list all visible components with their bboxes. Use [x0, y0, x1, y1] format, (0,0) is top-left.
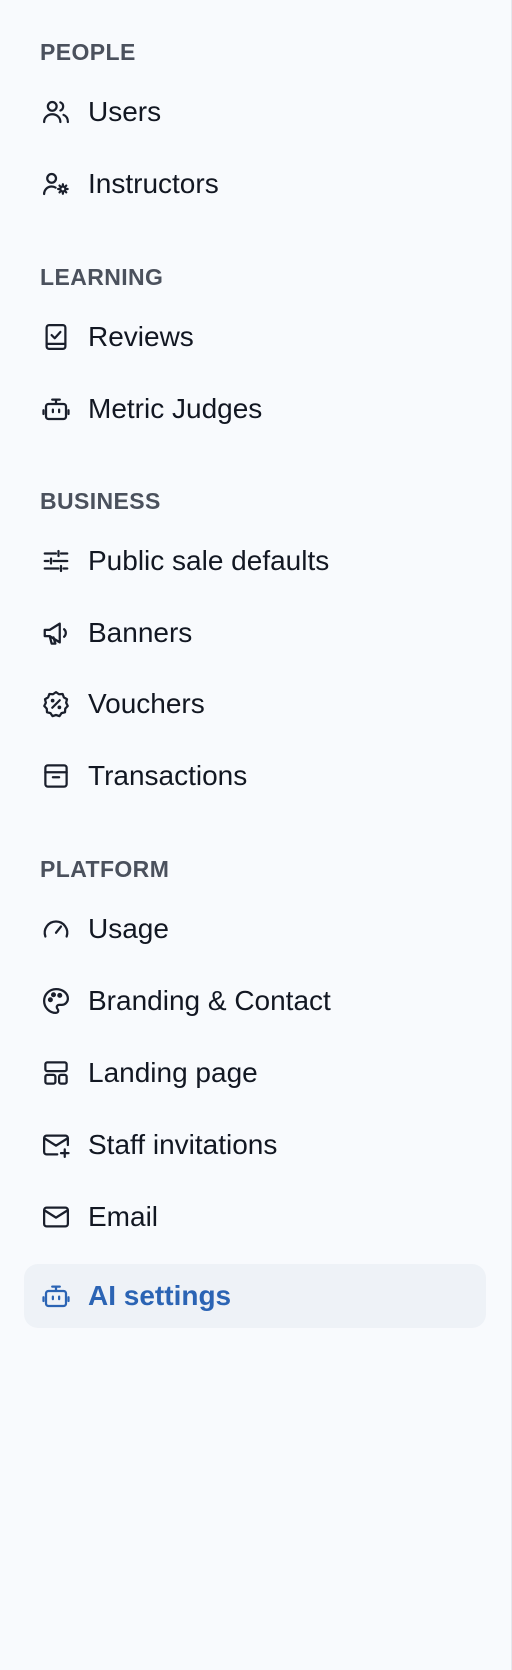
megaphone-icon [40, 617, 72, 649]
sidebar-item-label: Metric Judges [88, 393, 263, 424]
gauge-icon [40, 913, 72, 945]
sidebar-item-label: Reviews [88, 321, 194, 352]
sidebar-item-label: Email [88, 1201, 159, 1232]
sidebar-item-banners[interactable]: Banners [24, 601, 486, 665]
robot-icon [40, 393, 72, 425]
section-title-learning: LEARNING [40, 264, 164, 290]
section-title-business: BUSINESS [40, 488, 161, 514]
discount-badge-icon [40, 688, 72, 720]
robot-icon [40, 1280, 72, 1312]
clipboard-check-icon [40, 321, 72, 353]
section-title-people: PEOPLE [40, 39, 136, 65]
sidebar-item-label: AI settings [88, 1280, 232, 1311]
sidebar-item-reviews[interactable]: Reviews [24, 305, 486, 369]
sidebar: PEOPLE Users Instructors LEARNING Review… [0, 0, 512, 1670]
sidebar-item-branding-contact[interactable]: Branding & Contact [24, 969, 486, 1033]
sidebar-item-vouchers[interactable]: Vouchers [24, 672, 486, 736]
sidebar-item-landing-page[interactable]: Landing page [24, 1041, 486, 1105]
sidebar-item-label: Branding & Contact [88, 985, 331, 1016]
sidebar-item-transactions[interactable]: Transactions [24, 744, 486, 808]
sidebar-item-public-sale-defaults[interactable]: Public sale defaults [24, 529, 486, 593]
archive-box-icon [40, 760, 72, 792]
sidebar-item-label: Instructors [88, 168, 219, 199]
sidebar-item-staff-invitations[interactable]: Staff invitations [24, 1113, 486, 1177]
sidebar-item-label: Users [88, 96, 162, 127]
sliders-icon [40, 545, 72, 577]
sidebar-item-label: Vouchers [88, 688, 205, 719]
sidebar-item-label: Banners [88, 617, 193, 648]
palette-icon [40, 985, 72, 1017]
sidebar-item-email[interactable]: Email [24, 1185, 486, 1249]
mail-icon [40, 1201, 72, 1233]
users-icon [40, 96, 72, 128]
layout-icon [40, 1057, 72, 1089]
sidebar-item-usage[interactable]: Usage [24, 897, 486, 961]
section-title-platform: PLATFORM [40, 856, 170, 882]
sidebar-item-label: Usage [88, 913, 169, 944]
user-settings-icon [40, 168, 72, 200]
sidebar-item-users[interactable]: Users [24, 80, 486, 144]
sidebar-item-label: Public sale defaults [88, 545, 330, 576]
sidebar-item-label: Transactions [88, 760, 248, 791]
sidebar-item-metric-judges[interactable]: Metric Judges [24, 377, 486, 441]
sidebar-item-ai-settings[interactable]: AI settings [24, 1264, 486, 1328]
sidebar-item-label: Staff invitations [88, 1129, 278, 1160]
sidebar-item-label: Landing page [88, 1057, 258, 1088]
sidebar-item-instructors[interactable]: Instructors [24, 152, 486, 216]
mail-plus-icon [40, 1129, 72, 1161]
